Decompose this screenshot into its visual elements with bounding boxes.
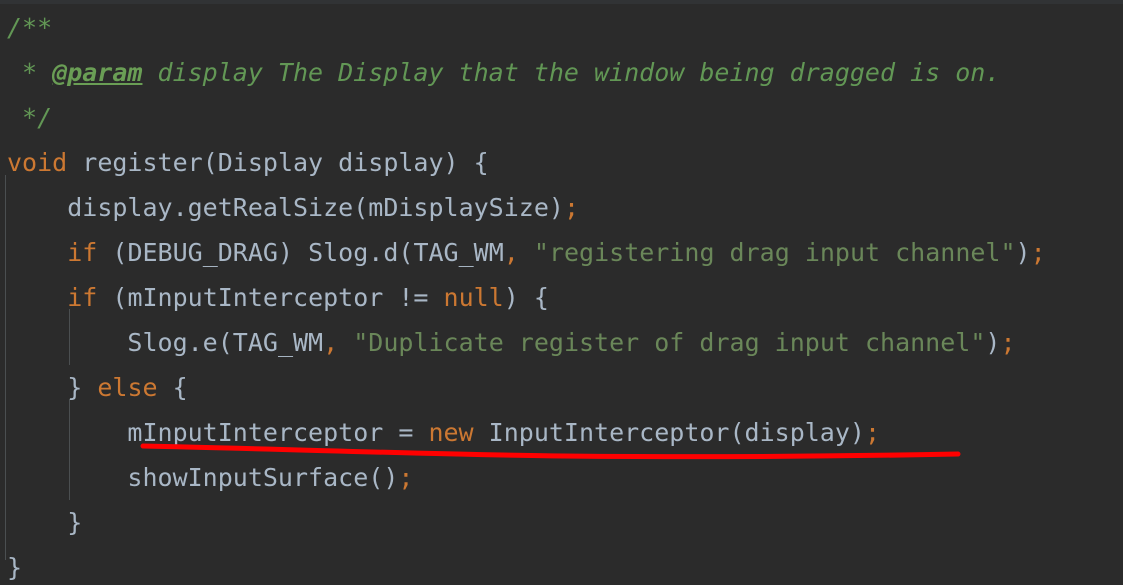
token-keyword: else <box>97 373 158 402</box>
code-editor-screenshot: /** * @param display The Display that th… <box>0 0 1123 585</box>
token-ident <box>519 238 534 267</box>
token-comment: */ <box>7 103 53 132</box>
token-brace: ) <box>443 148 459 177</box>
token-keyword: void <box>7 148 68 177</box>
token-punct: ; <box>1030 238 1046 267</box>
token-ident: Slog.d <box>293 238 399 267</box>
token-brace: ( <box>729 418 745 447</box>
token-keyword: null <box>443 283 504 312</box>
token-brace: } <box>7 553 23 582</box>
token-brace: } <box>67 373 83 402</box>
code-line[interactable]: */ <box>0 95 1123 140</box>
code-line[interactable]: * @param display The Display that the wi… <box>0 50 1123 95</box>
token-keyword: if <box>67 238 98 267</box>
token-brace: ) <box>1015 238 1031 267</box>
code-line[interactable]: /** <box>0 5 1123 50</box>
token-ident <box>459 148 474 177</box>
token-ident <box>158 373 173 402</box>
token-brace: { <box>533 283 549 312</box>
token-brace: ( <box>112 238 128 267</box>
token-brace: ( <box>202 148 218 177</box>
token-ident: mInputInterceptor = <box>127 418 429 447</box>
code-line[interactable]: } else { <box>0 365 1123 410</box>
code-line[interactable]: } <box>0 545 1123 585</box>
code-line[interactable]: } <box>0 500 1123 545</box>
token-punct: , <box>323 328 339 357</box>
token-tag: @param <box>52 58 143 87</box>
token-ident: mInputInterceptor != <box>127 283 444 312</box>
code-line[interactable]: mInputInterceptor = new InputInterceptor… <box>0 410 1123 455</box>
code-line[interactable]: showInputSurface(); <box>0 455 1123 500</box>
code-content[interactable]: /** * @param display The Display that th… <box>0 0 1123 585</box>
token-brace: ) <box>985 328 1001 357</box>
token-ident: InputInterceptor <box>473 418 730 447</box>
token-ident: register <box>67 148 203 177</box>
token-keyword: new <box>428 418 474 447</box>
token-ident: display.getRealSize <box>67 193 354 222</box>
code-line[interactable]: if (mInputInterceptor != null) { <box>0 275 1123 320</box>
code-line[interactable]: if (DEBUG_DRAG) Slog.d(TAG_WM, "register… <box>0 230 1123 275</box>
token-ident: showInputSurface <box>127 463 369 492</box>
token-brace: { <box>473 148 489 177</box>
token-keyword: if <box>67 283 98 312</box>
token-ident: TAG_WM <box>232 328 324 357</box>
token-brace: ( <box>398 238 414 267</box>
token-ident: Slog.e <box>127 328 218 357</box>
token-string: "registering drag input channel" <box>533 238 1016 267</box>
token-comment: /** <box>7 13 53 42</box>
token-punct: , <box>503 238 519 267</box>
token-brace: } <box>67 508 83 537</box>
token-brace: ( <box>353 193 369 222</box>
token-ident: TAG_WM <box>413 238 504 267</box>
token-brace: { <box>172 373 188 402</box>
token-ident: mDisplaySize <box>368 193 549 222</box>
token-brace: ) <box>503 283 519 312</box>
token-brace: ) <box>383 463 399 492</box>
token-ident: DEBUG_DRAG <box>127 238 278 267</box>
token-ident: display <box>744 418 850 447</box>
token-brace: ) <box>548 193 564 222</box>
code-line[interactable]: Slog.e(TAG_WM, "Duplicate register of dr… <box>0 320 1123 365</box>
token-brace: ( <box>112 283 128 312</box>
token-brace: ( <box>368 463 384 492</box>
token-comment: * <box>7 58 53 87</box>
token-ident <box>82 373 97 402</box>
token-brace: ( <box>217 328 233 357</box>
token-string: "Duplicate register of drag input channe… <box>353 328 986 357</box>
token-punct: ; <box>398 463 414 492</box>
token-comment: display The Display that the window bein… <box>142 58 1001 87</box>
token-ident <box>338 328 353 357</box>
token-punct: ; <box>864 418 881 447</box>
token-brace: ) <box>277 238 294 267</box>
token-ident <box>97 238 112 267</box>
token-brace: ) <box>849 418 865 447</box>
token-punct: ; <box>563 193 580 222</box>
token-punct: ; <box>1000 328 1016 357</box>
token-ident: Display display <box>217 148 444 177</box>
code-line[interactable]: void register(Display display) { <box>0 140 1123 185</box>
token-ident <box>97 283 112 312</box>
code-line[interactable]: display.getRealSize(mDisplaySize); <box>0 185 1123 230</box>
token-ident <box>519 283 534 312</box>
